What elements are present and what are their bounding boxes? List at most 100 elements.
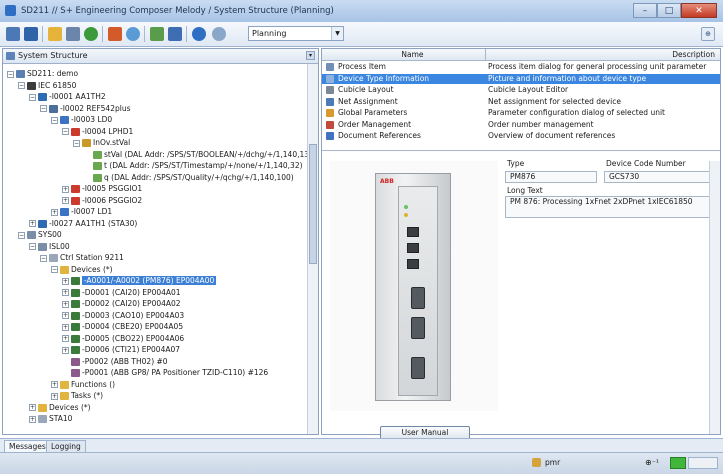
collapse-icon[interactable]: − [51, 266, 58, 273]
maximize-button[interactable]: □ [657, 3, 681, 18]
grid-row[interactable]: Global Parameters Parameter configuration… [322, 108, 720, 118]
zoom-icon[interactable]: ⊕ [701, 27, 715, 41]
collapse-icon[interactable]: − [18, 82, 25, 89]
search-icon[interactable] [126, 27, 140, 41]
expand-icon[interactable]: + [62, 277, 69, 285]
tree-node[interactable]: − Devices (*) [51, 264, 113, 275]
tree-node[interactable]: + STA10 [29, 413, 72, 424]
tree-node[interactable]: − SD211: demo [7, 68, 78, 79]
info-icon[interactable] [192, 27, 206, 41]
pen-icon[interactable] [108, 27, 122, 41]
description-column-header[interactable]: Description [487, 49, 717, 60]
grid-row[interactable]: Net Assignment Net assignment for selecte… [322, 97, 720, 107]
expand-icon[interactable]: + [62, 312, 69, 319]
splitter[interactable] [322, 150, 720, 151]
tree-scrollbar[interactable] [307, 64, 318, 434]
tree-node[interactable]: -P0001 (ABB GP8/ PA Positioner TZID-C110… [62, 367, 268, 378]
collapse-icon[interactable]: − [40, 105, 47, 112]
long-text-field[interactable]: PM 876: Processing 1xFnet 2xDPnet 1xIEC6… [505, 196, 710, 218]
tree-node[interactable]: − IEC 61850 [18, 80, 76, 91]
disk-icon[interactable] [66, 27, 80, 41]
collapse-icon[interactable]: − [29, 93, 36, 101]
minimize-button[interactable]: – [633, 3, 657, 18]
tree-node[interactable]: + -I0027 AA1TH1 (STA30) [29, 218, 137, 229]
tree-node-label: -D0006 (CTI21) EP004A07 [82, 345, 181, 354]
mode-select[interactable]: Planning ▼ [248, 26, 344, 41]
tree-node[interactable]: q (DAL Addr: /SPS/ST/Quality/+/qchg/+/1,… [84, 172, 294, 183]
type-field[interactable]: PM876 [505, 171, 597, 183]
tree-node[interactable]: + Devices (*) [29, 402, 91, 413]
grid-row[interactable]: Cubicle Layout Cubicle Layout Editor [322, 85, 720, 95]
collapse-icon[interactable]: − [40, 254, 47, 262]
collapse-icon[interactable]: − [7, 70, 14, 78]
grid-row[interactable]: Document References Overview of document … [322, 131, 720, 141]
expand-icon[interactable]: + [29, 220, 36, 227]
tree-node[interactable]: + -I0007 LD1 [51, 206, 112, 217]
folder-icon[interactable] [48, 27, 62, 41]
grid-row[interactable]: Process Item Process item dialog for gene… [322, 62, 720, 72]
collapse-button[interactable]: ▾ [306, 51, 315, 60]
expand-icon[interactable]: + [62, 323, 69, 331]
details-scrollbar[interactable] [709, 161, 720, 434]
system-structure-header: System Structure ▾ [3, 49, 318, 64]
tree-node[interactable]: + -D0003 (CAO10) EP004A03 [62, 310, 184, 321]
expand-icon[interactable]: + [51, 208, 58, 216]
grid-row[interactable]: Order Management Order number management [322, 120, 720, 130]
tree-icon[interactable] [150, 27, 164, 41]
tree-node[interactable]: + -D0004 (CBE20) EP004A05 [62, 321, 183, 332]
expand-icon[interactable]: + [62, 300, 69, 308]
tree-node[interactable]: + -A0001/-A0002 (PM876) EP004A00 [62, 275, 217, 286]
tree-node[interactable]: t (DAL Addr: /SPS/ST/Timestamp/+/none/+/… [84, 160, 303, 171]
expand-icon[interactable]: + [62, 335, 69, 342]
help-icon[interactable] [212, 27, 226, 41]
column-divider[interactable] [485, 49, 486, 60]
expand-icon[interactable]: + [29, 404, 36, 411]
collapse-icon[interactable]: − [73, 139, 80, 147]
tree-node-label: -D0005 (CBO22) EP004A06 [82, 333, 185, 343]
tree-node[interactable]: − -I0004 LPHD1 [62, 126, 133, 137]
tree-node[interactable]: − InOv.stVal [73, 137, 130, 148]
tree-node[interactable]: + -D0001 (CAI20) EP004A01 [62, 287, 181, 298]
tab-logging[interactable]: Logging [46, 440, 86, 452]
expand-icon[interactable]: + [51, 381, 58, 388]
name-column-header[interactable]: Name [340, 49, 485, 60]
tree-node[interactable]: − Ctrl Station 9211 [40, 252, 124, 263]
tree-node[interactable]: − ISL00 [29, 241, 70, 252]
tree-node[interactable]: − SYS00 [18, 229, 62, 240]
expand-icon[interactable]: + [62, 346, 69, 354]
filter-icon[interactable] [168, 27, 182, 41]
tree-node[interactable]: + -I0006 PSGGIO2 [62, 195, 142, 206]
tree-node[interactable]: + -D0005 (CBO22) EP004A06 [62, 333, 184, 344]
close-button[interactable]: ✕ [681, 3, 717, 18]
refresh-icon[interactable] [84, 27, 98, 41]
expand-icon[interactable]: + [51, 392, 58, 400]
collapse-icon[interactable]: − [29, 243, 36, 250]
grid-row[interactable]: Device Type Information Picture and infor… [322, 73, 720, 84]
expand-icon[interactable]: + [62, 197, 69, 204]
tree-node-label: ISL00 [49, 241, 70, 251]
function-description: Net assignment for selected device [488, 96, 621, 106]
collapse-icon[interactable]: − [62, 128, 69, 135]
ld-icon [60, 116, 69, 124]
save-icon[interactable] [24, 27, 38, 41]
collapse-icon[interactable]: − [51, 116, 58, 124]
expand-icon[interactable]: + [62, 289, 69, 296]
expand-icon[interactable]: + [62, 185, 69, 193]
tree-node[interactable]: -P0002 (ABB TH02) #0 [62, 356, 168, 367]
tree-node[interactable]: + Functions () [51, 379, 115, 390]
tree-node[interactable]: + -D0002 (CAI20) EP004A02 [62, 298, 181, 309]
device-code-field[interactable]: GCS730 [604, 171, 710, 183]
tree-node[interactable]: + Tasks (*) [51, 390, 103, 401]
tree-node[interactable]: stVal (DAL Addr: /SPS/ST/BOOLEAN/+/dchg/… [84, 149, 308, 160]
tree-node[interactable]: − -I0001 AA1TH2 [29, 91, 106, 102]
tree-node[interactable]: − -I0002 REF542plus [40, 103, 130, 114]
collapse-icon[interactable]: − [18, 231, 25, 239]
tree-node[interactable]: − -I0003 LD0 [51, 114, 112, 125]
tree-node-label: Ctrl Station 9211 [60, 253, 124, 262]
tree-node[interactable]: + -D0006 (CTI21) EP004A07 [62, 344, 180, 355]
expand-icon[interactable]: + [29, 415, 36, 423]
tree-node[interactable]: + -I0005 PSGGIO1 [62, 183, 142, 194]
grid-icon[interactable] [6, 27, 20, 41]
scrollbar-thumb[interactable] [309, 144, 317, 264]
tab-messages[interactable]: Messages [4, 440, 51, 452]
